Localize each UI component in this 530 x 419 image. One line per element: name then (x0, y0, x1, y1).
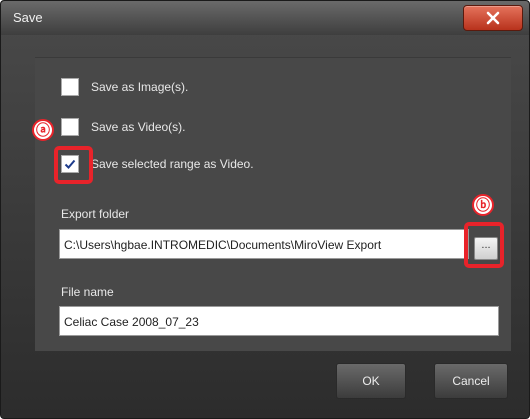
annotation-label-b: ⓑ (472, 194, 494, 216)
annotation-label-a: ⓐ (32, 119, 54, 141)
export-folder-field[interactable]: C:\Users\hgbae.INTROMEDIC\Documents\Miro… (59, 229, 469, 259)
close-button[interactable] (463, 5, 523, 31)
file-name-label: File name (61, 285, 114, 299)
save-dialog: Save Save as Image(s). Save as Video(s).… (0, 0, 530, 419)
title-bar[interactable]: Save (1, 1, 529, 35)
ok-button[interactable]: OK (336, 363, 406, 399)
export-folder-label: Export folder (61, 207, 130, 221)
file-name-field[interactable]: Celiac Case 2008_07_23 (59, 306, 499, 336)
save-images-checkbox[interactable] (61, 78, 79, 96)
save-videos-label: Save as Video(s). (91, 120, 186, 134)
window-title: Save (13, 10, 43, 25)
save-images-label: Save as Image(s). (91, 80, 189, 94)
annotation-box-b (464, 222, 504, 268)
annotation-box-a (54, 146, 93, 184)
cancel-button[interactable]: Cancel (434, 363, 508, 399)
save-range-video-label: Save selected range as Video. (91, 157, 254, 171)
close-icon (486, 11, 500, 25)
save-videos-checkbox[interactable] (61, 118, 79, 136)
